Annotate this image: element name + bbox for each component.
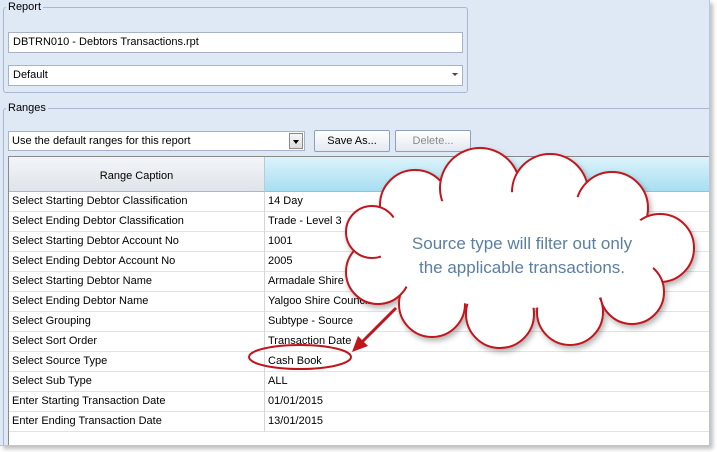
callout-line-2: the applicable transactions. (418, 258, 626, 277)
layout-select-value: Default (13, 69, 48, 81)
range-caption: Select Source Type (9, 352, 265, 372)
ranges-dropdown-button[interactable] (289, 133, 303, 149)
range-caption: Select Starting Debtor Name (9, 272, 265, 292)
table-row[interactable]: Enter Ending Transaction Date 13/01/2015 (9, 412, 709, 432)
table-row[interactable]: Enter Starting Transaction Date 01/01/20… (9, 392, 709, 412)
range-caption: Select Sub Type (9, 372, 265, 392)
table-row[interactable]: Select Source Type Cash Book (9, 352, 709, 372)
range-caption: Select Sort Order (9, 332, 265, 352)
report-group: Report DBTRN010 - Debtors Transactions.r… (3, 1, 468, 93)
chevron-down-icon[interactable] (452, 73, 458, 76)
callout-text: Source type will filter out only the app… (372, 232, 672, 280)
layout-select[interactable]: Default (8, 65, 463, 86)
grid-header: Range Caption Value (9, 157, 709, 192)
range-caption: Enter Ending Transaction Date (9, 412, 265, 432)
column-header-caption[interactable]: Range Caption (9, 157, 265, 192)
delete-button[interactable]: Delete... (395, 130, 471, 152)
report-group-label: Report (8, 1, 42, 13)
ranges-select-value: Use the default ranges for this report (12, 135, 191, 147)
range-value[interactable]: ALL (265, 372, 709, 392)
table-row[interactable]: Select Sort Order Transaction Date (9, 332, 709, 352)
ranges-group-label: Ranges (8, 102, 46, 114)
column-header-value[interactable]: Value (265, 157, 709, 192)
range-value[interactable]: 13/01/2015 (265, 412, 709, 432)
range-value[interactable]: Subtype - Source (265, 312, 709, 332)
range-caption: Select Grouping (9, 312, 265, 332)
range-caption: Select Starting Debtor Account No (9, 232, 265, 252)
range-value[interactable]: Cash Book (265, 352, 709, 372)
table-row[interactable]: Select Grouping Subtype - Source (9, 312, 709, 332)
range-value[interactable]: Transaction Date (265, 332, 709, 352)
range-value[interactable]: 01/01/2015 (265, 392, 709, 412)
range-value[interactable]: Yalgoo Shire Council (265, 292, 709, 312)
range-value[interactable]: Trade - Level 3 (265, 212, 709, 232)
ranges-grid: Range Caption Value Select Starting Debt… (8, 156, 709, 445)
table-row[interactable]: Select Starting Debtor Classification 14… (9, 192, 709, 212)
range-caption: Select Ending Debtor Name (9, 292, 265, 312)
report-window: Report DBTRN010 - Debtors Transactions.r… (0, 0, 710, 446)
range-caption: Enter Starting Transaction Date (9, 392, 265, 412)
save-as-button[interactable]: Save As... (314, 130, 390, 152)
range-value[interactable]: 14 Day (265, 192, 709, 212)
ranges-select[interactable]: Use the default ranges for this report (8, 131, 305, 151)
range-caption: Select Ending Debtor Classification (9, 212, 265, 232)
range-caption: Select Ending Debtor Account No (9, 252, 265, 272)
range-caption: Select Starting Debtor Classification (9, 192, 265, 212)
callout-line-1: Source type will filter out only (411, 234, 633, 253)
table-row[interactable]: Select Sub Type ALL (9, 372, 709, 392)
report-name-field[interactable]: DBTRN010 - Debtors Transactions.rpt (8, 32, 463, 53)
table-row[interactable]: Select Ending Debtor Classification Trad… (9, 212, 709, 232)
table-row[interactable]: Select Ending Debtor Name Yalgoo Shire C… (9, 292, 709, 312)
chevron-down-icon (293, 140, 299, 144)
